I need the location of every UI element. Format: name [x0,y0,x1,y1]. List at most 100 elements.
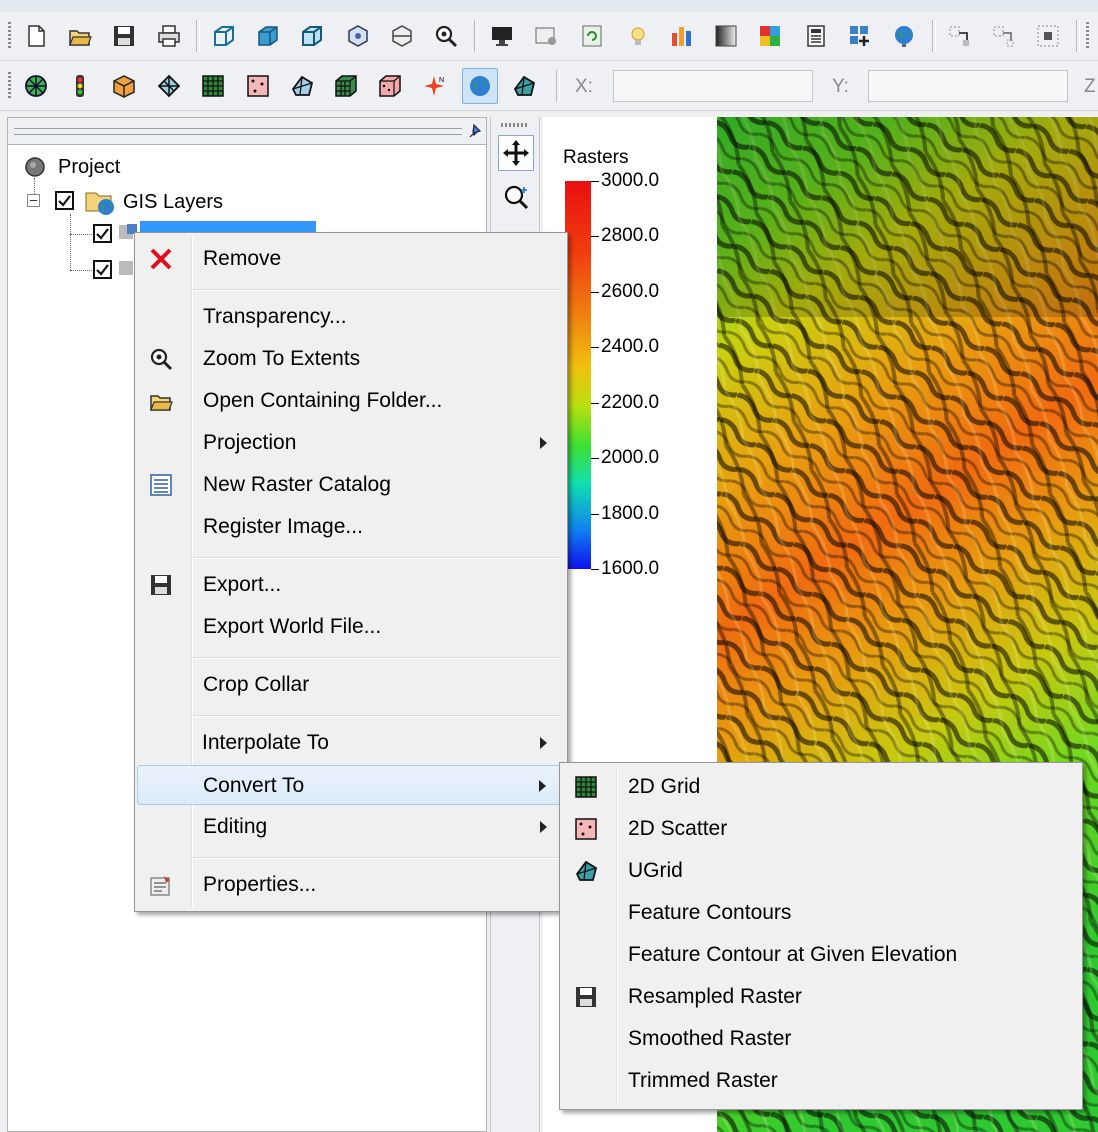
submenu-item-feature-contour-elevation[interactable]: Feature Contour at Given Elevation [562,935,1080,975]
move-selection-icon[interactable] [946,22,974,50]
menu-item-remove[interactable]: Remove [137,239,565,279]
y-coord-field[interactable] [868,70,1068,102]
ugrid-icon [572,857,600,885]
print-icon[interactable] [155,22,183,50]
dashed-selection-icon[interactable] [990,22,1018,50]
new-file-icon[interactable] [22,22,50,50]
menu-item-projection[interactable]: Projection [137,423,565,463]
menu-item-register-image[interactable]: Register Image... [137,507,565,547]
refresh-icon[interactable] [578,22,606,50]
project-icon [24,156,46,178]
dice-icon[interactable] [376,72,404,100]
menu-label: New Raster Catalog [203,473,391,496]
menu-label: Register Image... [203,515,363,538]
gradient-square-icon[interactable] [712,22,740,50]
menu-item-editing[interactable]: Editing [137,807,565,847]
toolbar-separator [1076,20,1080,52]
submenu-item-feature-contours[interactable]: Feature Contours [562,893,1080,933]
submenu-item-2d-grid[interactable]: 2D Grid [562,767,1080,807]
menu-item-properties[interactable]: Properties... [137,865,565,905]
submenu-item-trimmed-raster[interactable]: Trimmed Raster [562,1061,1080,1101]
menu-separator [193,857,561,859]
light-bulb-icon[interactable] [624,22,652,50]
2d-scatter-icon[interactable] [244,72,272,100]
menu-label: Feature Contours [628,901,792,924]
monitor-icon[interactable] [488,22,516,50]
menu-item-convert-to[interactable]: Convert To [137,765,565,805]
globe-icon[interactable] [890,22,918,50]
menu-item-open-folder[interactable]: Open Containing Folder... [137,381,565,421]
traffic-light-icon[interactable] [66,72,94,100]
menu-label: Crop Collar [203,673,310,696]
legend-tick [591,402,599,404]
legend-tick [591,236,599,238]
add-layout-icon[interactable] [846,22,874,50]
solid-cube-icon[interactable] [254,22,282,50]
palette-grip[interactable] [501,123,529,127]
submenu-item-resampled-raster[interactable]: Resampled Raster [562,977,1080,1017]
toolbar-grip[interactable] [1086,22,1089,50]
north-arrow-icon[interactable]: N [420,72,448,100]
convert-to-submenu: 2D Grid 2D Scatter UGrid Feature Contour… [559,762,1083,1110]
menu-label: Zoom To Extents [203,347,361,370]
pan-tool-icon[interactable] [498,135,534,171]
cube-nodes-icon[interactable] [344,22,372,50]
toolbar-separator [474,20,478,52]
box-icon[interactable] [110,72,138,100]
2d-grid-icon [572,773,600,801]
menu-item-interpolate-to[interactable]: Interpolate To [137,723,565,763]
tin-icon[interactable] [155,72,183,100]
wireframe-cube-icon[interactable] [210,22,238,50]
legend-color-bar [565,181,591,569]
remove-x-icon [147,245,175,273]
menu-item-export[interactable]: Export... [137,565,565,605]
x-coord-field[interactable] [613,70,813,102]
3d-grid-icon[interactable] [332,72,360,100]
cube-cut-icon[interactable] [388,22,416,50]
module-toolbar: N X: Y: Z [0,62,1098,111]
certificate-icon[interactable] [532,22,560,50]
submenu-item-smoothed-raster[interactable]: Smoothed Raster [562,1019,1080,1059]
tree-item-gis-layers[interactable]: GIS Layers [123,191,223,214]
submenu-arrow-icon [540,821,547,833]
menu-item-crop-collar[interactable]: Crop Collar [137,665,565,705]
bar-chart-icon[interactable] [668,22,696,50]
menu-label: Export World File... [203,615,382,638]
2d-grid-icon[interactable] [199,72,227,100]
ugrid-shape-icon[interactable] [288,72,316,100]
toolbar-grip[interactable] [8,72,11,100]
header-grip [14,128,462,135]
pin-icon[interactable] [466,121,484,146]
menu-separator [193,715,561,717]
open-folder-icon[interactable] [66,22,94,50]
color-grid-icon[interactable] [756,22,784,50]
toolbar-grip[interactable] [8,22,11,50]
menu-label: Export... [203,573,282,596]
gis-globe-icon[interactable] [462,68,498,104]
submenu-item-2d-scatter[interactable]: 2D Scatter [562,809,1080,849]
main-toolbar [0,12,1098,61]
cube-outline-icon[interactable] [298,22,326,50]
menu-item-export-world-file[interactable]: Export World File... [137,607,565,647]
zoom-extents-icon[interactable] [432,22,460,50]
grid-select-icon[interactable] [1034,22,1062,50]
menu-item-zoom-to-extents[interactable]: Zoom To Extents [137,339,565,379]
submenu-item-ugrid[interactable]: UGrid [562,851,1080,891]
tree-item-project[interactable]: Project [58,156,120,179]
menu-label: Properties... [203,873,317,896]
z-coord-label: Z [1084,76,1096,97]
ugrid-icon[interactable] [510,72,538,100]
menu-item-new-raster-catalog[interactable]: New Raster Catalog [137,465,565,505]
calculator-icon[interactable] [802,22,830,50]
layer2-checkbox[interactable] [93,260,112,279]
legend-label: 2000.0 [601,447,660,469]
mesh-circle-icon[interactable] [22,72,50,100]
tree-line [70,270,92,272]
legend-tick [591,569,599,570]
gis-layers-checkbox[interactable] [55,191,74,210]
menu-item-transparency[interactable]: Transparency... [137,297,565,337]
layer1-checkbox[interactable] [93,224,112,243]
collapse-toggle[interactable] [27,194,40,207]
save-icon[interactable] [110,22,138,50]
zoom-tool-icon[interactable] [498,179,534,215]
